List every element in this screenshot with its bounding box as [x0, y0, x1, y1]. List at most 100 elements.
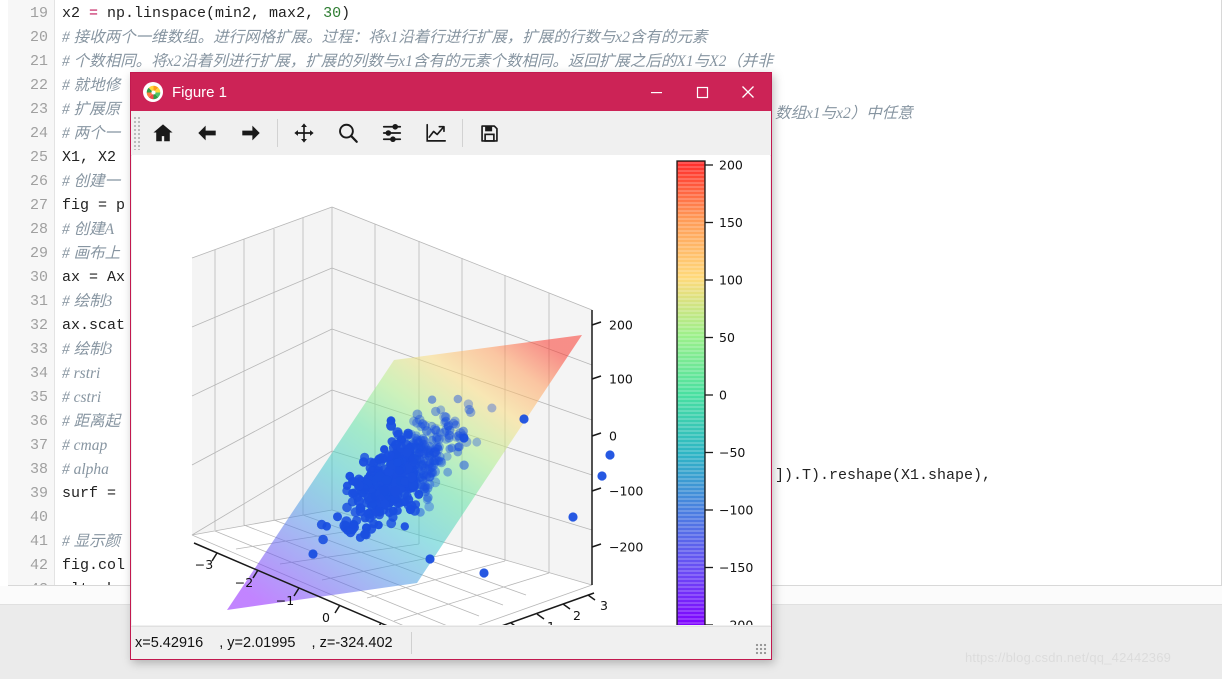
- code-text: # 接收两个一维数组。进行网格扩展。过程：将x1沿着行进行扩展，扩展的行数与x2…: [62, 29, 708, 46]
- line-number: 19: [29, 5, 48, 22]
- scatter-point: [348, 488, 358, 499]
- line-number: 31: [29, 293, 48, 310]
- line-number: 37: [29, 437, 48, 454]
- scatter-point: [369, 519, 379, 529]
- scatter-point: [386, 518, 397, 529]
- line-number: 36: [29, 413, 48, 430]
- zoom-magnifier-icon[interactable]: [326, 112, 370, 154]
- scatter-point: [416, 422, 426, 432]
- line-number: 29: [29, 245, 48, 262]
- line-number: 25: [29, 149, 48, 166]
- scatter-point: [445, 425, 455, 435]
- scatter-point: [361, 530, 371, 540]
- scatter-point: [400, 522, 409, 531]
- code-text: x2 = np.linspace(min2, max2, 30): [62, 5, 351, 22]
- code-line[interactable]: 20 # 接收两个一维数组。进行网格扩展。过程：将x1沿着行进行扩展，扩展的行数与…: [0, 26, 1222, 50]
- scatter-point: [345, 527, 356, 538]
- line-number: 42: [29, 557, 48, 574]
- watermark-text: https://blog.csdn.net/qq_42442369: [965, 650, 1172, 665]
- scatter-point-outlier: [605, 450, 615, 460]
- tick-label: −50: [719, 445, 745, 460]
- scatter-point: [390, 486, 400, 496]
- tick-label: 100: [719, 273, 743, 288]
- tick-label: 2: [573, 608, 581, 623]
- scatter-point-outlier: [380, 499, 390, 509]
- statusbar-divider: [410, 632, 412, 654]
- line-number: 32: [29, 317, 48, 334]
- scatter-point: [386, 416, 396, 426]
- line-number: 26: [29, 173, 48, 190]
- line-number: 28: [29, 221, 48, 238]
- scatter-point: [381, 475, 392, 485]
- scatter-point-outlier: [519, 414, 529, 424]
- figure-titlebar[interactable]: Figure 1: [131, 73, 771, 111]
- scatter-point: [393, 458, 402, 467]
- scatter-point: [459, 460, 469, 470]
- scatter-point: [333, 512, 342, 522]
- scatter-point: [453, 394, 463, 404]
- pan-move-icon[interactable]: [282, 112, 326, 154]
- tick-label: 1: [547, 619, 555, 625]
- tick-label: 150: [719, 215, 743, 230]
- scatter-point: [402, 448, 412, 457]
- line-number: 30: [29, 269, 48, 286]
- resize-grip[interactable]: [755, 643, 767, 655]
- figure-canvas[interactable]: 200 100 0 −100 −200 −3 −2 −1 0 1 2 3: [132, 155, 770, 625]
- scatter-point: [408, 453, 419, 465]
- window-controls[interactable]: [633, 73, 771, 111]
- scatter-point: [385, 508, 394, 517]
- scatter-point: [466, 407, 476, 417]
- tick-label: −200: [719, 618, 753, 626]
- scatter-point: [394, 466, 404, 475]
- matplotlib-toolbar[interactable]: [131, 111, 771, 156]
- home-icon[interactable]: [141, 112, 185, 154]
- figure-window[interactable]: Figure 1 200 100 0 −100 −200 −3 −2 −1 0 …: [130, 72, 772, 660]
- tick-label: 100: [609, 372, 633, 387]
- scatter-point-outlier: [597, 471, 607, 481]
- tick-label: 50: [719, 330, 735, 345]
- toolbar-separator-2: [462, 119, 463, 147]
- back-arrow-icon[interactable]: [185, 112, 229, 154]
- scatter-point: [444, 433, 454, 443]
- code-fragment-text: ]).T).reshape(X1.shape),: [775, 467, 992, 484]
- line-number: 20: [29, 29, 48, 46]
- scatter-point: [427, 395, 437, 404]
- edit-curve-parameters-icon[interactable]: [414, 112, 458, 154]
- maximize-button[interactable]: [679, 73, 725, 111]
- tick-label: 200: [609, 318, 633, 333]
- toolbar-drag-grip[interactable]: [133, 116, 141, 150]
- scatter-point: [431, 434, 442, 445]
- scatter-point: [400, 477, 409, 486]
- scatter-point: [431, 443, 440, 453]
- tick-label: −150: [719, 560, 753, 575]
- scatter-point: [322, 522, 331, 531]
- tick-label: −100: [609, 484, 643, 499]
- scatter-point-outlier: [568, 512, 578, 522]
- scatter-point: [379, 485, 390, 496]
- scatter-point: [366, 457, 376, 467]
- close-button[interactable]: [725, 73, 771, 111]
- minimize-button[interactable]: [633, 73, 679, 111]
- toolbar-separator: [277, 119, 278, 147]
- configure-subplots-icon[interactable]: [370, 112, 414, 154]
- tick-label: −2: [235, 575, 253, 590]
- scatter-point: [374, 454, 384, 464]
- tick-label: −200: [609, 540, 643, 555]
- line-number: 33: [29, 341, 48, 358]
- code-line[interactable]: 19 x2 = np.linspace(min2, max2, 30): [0, 2, 1222, 26]
- scatter-point: [422, 495, 432, 505]
- forward-arrow-icon[interactable]: [229, 112, 273, 154]
- scatter-point-outlier: [308, 549, 318, 559]
- line-number: 40: [29, 509, 48, 526]
- line-number: 27: [29, 197, 48, 214]
- save-figure-icon[interactable]: [467, 112, 511, 154]
- scatter-point: [423, 450, 434, 461]
- scatter-point: [425, 463, 435, 473]
- code-line[interactable]: 21 # 个数相同。将x2沿着列进行扩展，扩展的列数与x1含有的元素个数相同。返回…: [0, 50, 1222, 74]
- scatter-point: [418, 482, 428, 492]
- code-fragment-text: 数组x1与x2）中任意: [775, 105, 913, 122]
- scatter-point: [416, 507, 425, 517]
- tick-label: 0: [609, 429, 617, 444]
- scatter-point: [463, 399, 474, 409]
- matplotlib-logo-icon: [143, 82, 163, 102]
